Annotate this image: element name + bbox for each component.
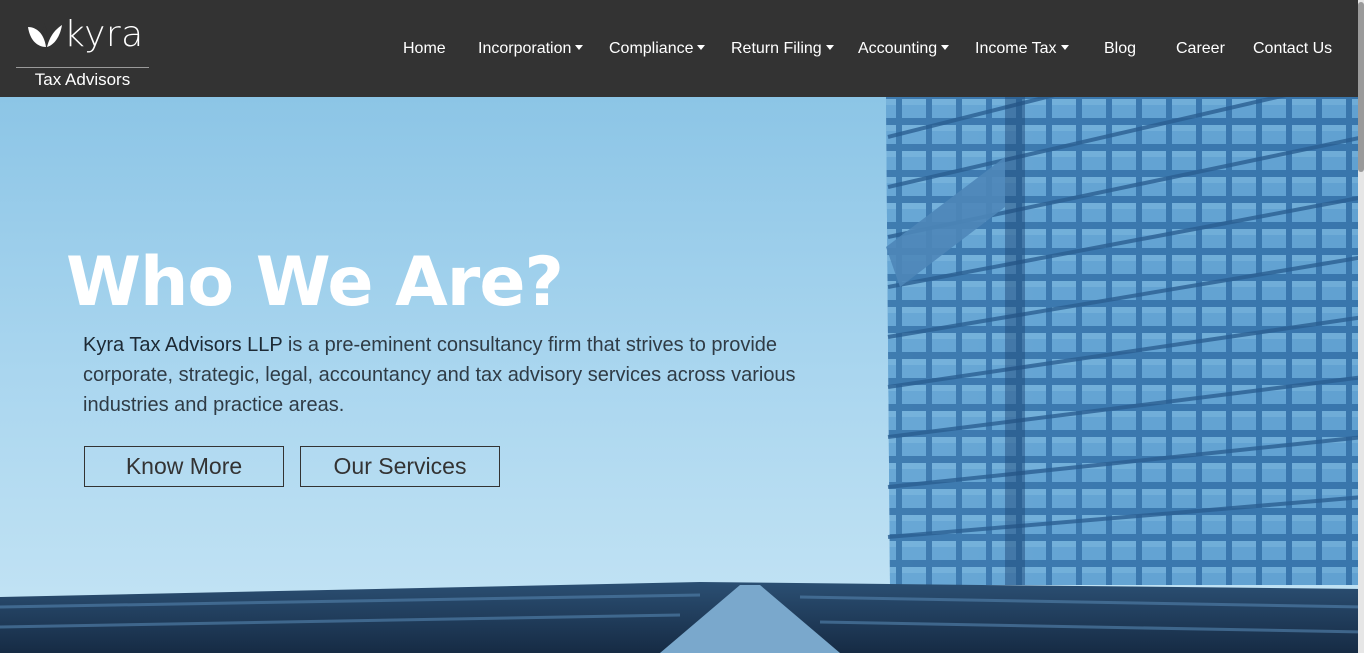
nav-return-filing[interactable]: Return Filing [731,38,834,60]
page-scrollbar[interactable] [1358,0,1364,653]
nav-accounting-label: Accounting [858,40,938,57]
our-services-button[interactable]: Our Services [300,446,500,487]
nav-home[interactable]: Home [403,38,446,60]
scrollbar-thumb[interactable] [1358,2,1364,172]
caret-down-icon [941,45,950,50]
nav-return-filing-label: Return Filing [731,40,822,57]
brand-divider [16,67,149,68]
nav-blog-label: Blog [1104,40,1137,57]
hero-title: Who We Are? [66,243,564,322]
nav-contact-us[interactable]: Contact Us [1253,38,1332,60]
brand-logo[interactable]: kyra Tax Advisors [16,14,149,92]
nav-compliance[interactable]: Compliance [609,38,706,60]
nav-home-label: Home [403,40,446,57]
nav-blog[interactable]: Blog [1104,38,1136,60]
nav-accounting[interactable]: Accounting [858,38,950,60]
nav-career[interactable]: Career [1176,38,1225,60]
brand-name: kyra [64,14,144,55]
nav-compliance-label: Compliance [609,40,694,57]
nav-career-label: Career [1176,40,1225,57]
caret-down-icon [697,45,706,50]
brand-tagline: Tax Advisors [34,70,131,89]
hero-description: Kyra Tax Advisors LLP is a pre-eminent c… [83,330,833,420]
hero-section: Who We Are? Kyra Tax Advisors LLP is a p… [0,97,1364,653]
caret-down-icon [575,45,584,50]
leaf-logo-icon [28,23,62,47]
company-name: Kyra Tax Advisors LLP [83,334,283,356]
logo-row: kyra [26,14,144,58]
caret-down-icon [1060,45,1069,50]
nav-incorporation[interactable]: Incorporation [478,38,584,60]
nav-contact-us-label: Contact Us [1253,40,1333,57]
caret-down-icon [825,45,834,50]
top-navbar: kyra Tax Advisors Home Incorporation Com… [0,0,1364,97]
nav-incorporation-label: Incorporation [478,40,572,57]
know-more-button[interactable]: Know More [84,446,284,487]
nav-income-tax-label: Income Tax [975,40,1057,57]
nav-income-tax[interactable]: Income Tax [975,38,1069,60]
